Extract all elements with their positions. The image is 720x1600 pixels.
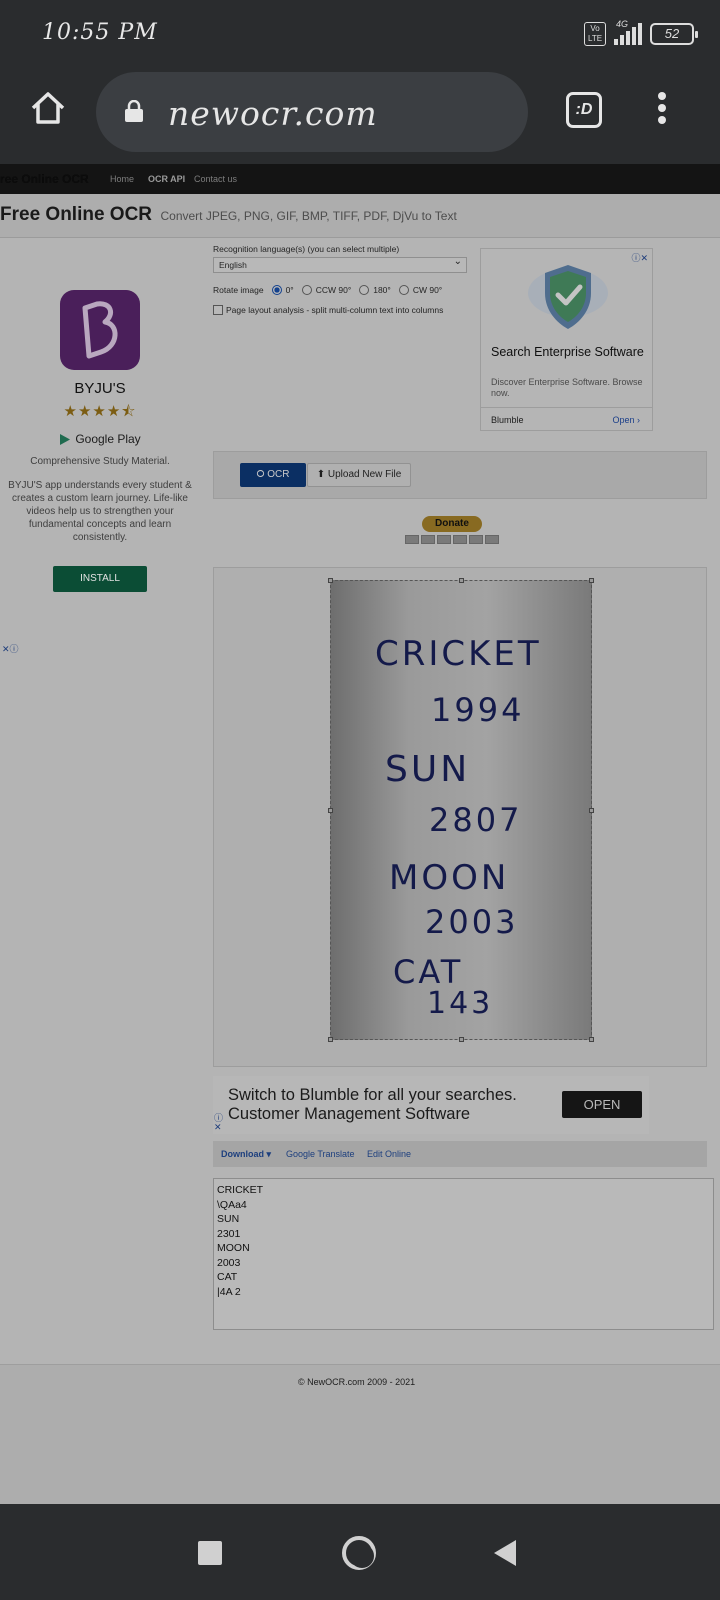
donate-section: Donate	[402, 516, 502, 544]
google-translate-link[interactable]: Google Translate	[286, 1149, 355, 1159]
site-brand[interactable]: ree Online OCR	[0, 172, 89, 186]
action-bar: ⭘ OCR ⬆ Upload New File	[213, 451, 707, 499]
page-subtitle: Convert JPEG, PNG, GIF, BMP, TIFF, PDF, …	[160, 209, 457, 223]
rotate-ccw-radio[interactable]	[301, 285, 312, 295]
ad-close-icon[interactable]: ✕ⓘ	[2, 642, 19, 655]
rotate-label: Rotate image	[213, 285, 264, 295]
output-toolbar: Download ▾ Google Translate Edit Online	[213, 1141, 707, 1167]
crop-handle[interactable]	[459, 1037, 464, 1042]
crop-handle[interactable]	[328, 808, 333, 813]
crop-handle[interactable]	[328, 578, 333, 583]
shield-check-icon	[525, 257, 611, 335]
handwritten-line: SUN	[385, 749, 470, 790]
ad-open-link[interactable]: Open ›	[612, 415, 640, 425]
ad-close-icon[interactable]: ⓘ ✕	[214, 1114, 223, 1132]
site-footer: © NewOCR.com 2009 - 2021	[0, 1364, 720, 1504]
rotate-180-radio[interactable]	[359, 285, 370, 295]
handwritten-line: 143	[427, 986, 493, 1021]
ad-brand: Blumble	[491, 415, 524, 425]
home-icon[interactable]	[28, 88, 68, 128]
crop-handle[interactable]	[459, 578, 464, 583]
browser-toolbar: newocr.com :D	[0, 68, 720, 164]
language-select[interactable]: English	[213, 256, 467, 273]
donate-button[interactable]: Donate	[422, 516, 482, 532]
nav-home-link[interactable]: Home	[110, 174, 134, 184]
image-preview-panel: CRICKET 1994 SUN 2807 MOON 2003 CAT 143	[213, 567, 707, 1067]
edit-online-link[interactable]: Edit Online	[367, 1149, 411, 1159]
uploaded-image[interactable]: CRICKET 1994 SUN 2807 MOON 2003 CAT 143	[328, 578, 594, 1042]
ad-subtitle: Discover Enterprise Software. Browse now…	[491, 377, 643, 398]
lock-icon	[124, 99, 144, 122]
side-ad[interactable]: BYJU'S ★★★★⯪ Google Play Comprehensive S…	[0, 244, 200, 592]
home-circle-icon[interactable]	[342, 1536, 376, 1570]
clock: 10:55 PM	[42, 20, 158, 45]
google-play-icon	[60, 433, 71, 445]
google-play-badge: Google Play	[0, 432, 200, 446]
handwritten-line: 2807	[429, 801, 522, 839]
ad-title: Search Enterprise Software	[491, 345, 644, 359]
android-nav-bar	[0, 1504, 720, 1600]
handwritten-line: 1994	[431, 691, 524, 729]
ad-description: BYJU'S app understands every student & c…	[8, 480, 192, 543]
layout-analysis-option: Page layout analysis - split multi-colum…	[213, 305, 468, 315]
page-title: Free Online OCR	[0, 204, 153, 225]
signal-icon: 4G	[614, 19, 642, 45]
volte-icon: Vo LTE	[584, 22, 606, 46]
download-dropdown[interactable]: Download ▾	[221, 1149, 271, 1160]
blumble-banner-ad[interactable]: Switch to Blumble for all your searches.…	[213, 1076, 649, 1134]
crop-handle[interactable]	[589, 1037, 594, 1042]
ocr-options: Recognition language(s) (you can select …	[213, 244, 468, 315]
rotate-cw-radio[interactable]	[398, 285, 409, 295]
upload-new-file-button[interactable]: ⬆ Upload New File	[307, 463, 411, 487]
crop-handle[interactable]	[589, 578, 594, 583]
handwritten-line: 2003	[425, 903, 518, 941]
layout-analysis-checkbox[interactable]	[213, 305, 223, 315]
status-icons: Vo LTE 4G 52	[584, 19, 698, 46]
recents-icon[interactable]	[198, 1541, 222, 1565]
overflow-menu-icon[interactable]	[655, 92, 669, 128]
handwritten-line: CRICKET	[375, 634, 542, 674]
tab-switcher-button[interactable]: :D	[566, 92, 602, 128]
rating-stars: ★★★★⯪	[63, 403, 137, 420]
nav-contact-link[interactable]: Contact us	[194, 174, 237, 184]
enterprise-software-ad[interactable]: ⓘ✕ Search Enterprise Software Discover E…	[480, 248, 653, 431]
photo-handwriting: CRICKET1994SUN2807MOON2003CAT143	[375, 634, 542, 1021]
ocr-result-textarea[interactable]: CRICKET \QAa4 SUN 2301 MOON 2003 CAT |4A…	[213, 1178, 714, 1330]
ad-info-icon[interactable]: ⓘ✕	[631, 251, 648, 264]
install-button[interactable]: INSTALL	[53, 566, 147, 592]
ad-footer: Blumble Open ›	[481, 407, 652, 431]
crop-handle[interactable]	[328, 1037, 333, 1042]
rotate-options: Rotate image 0° CCW 90° 180° CW 90°	[213, 285, 443, 295]
status-bar: 10:55 PM Vo LTE 4G 52	[0, 0, 720, 68]
copyright-text: © NewOCR.com 2009 - 2021	[298, 1377, 416, 1387]
language-label: Recognition language(s) (you can select …	[213, 244, 400, 254]
byjus-app-icon[interactable]	[60, 290, 140, 370]
banner-ad-text: Switch to Blumble for all your searches.…	[228, 1086, 517, 1123]
address-bar[interactable]: newocr.com	[96, 72, 528, 152]
ad-app-name: BYJU'S	[74, 380, 126, 397]
nav-ocr-api-link[interactable]: OCR API	[148, 174, 185, 184]
back-icon[interactable]	[494, 1540, 516, 1566]
ad-tagline: Comprehensive Study Material.	[30, 456, 170, 467]
web-page: ree Online OCR Home OCR API Contact us F…	[0, 164, 720, 1504]
site-nav: ree Online OCR Home OCR API Contact us	[0, 164, 720, 194]
handwritten-line: MOON	[389, 858, 509, 898]
payment-cards-icon	[402, 535, 502, 544]
battery-icon: 52	[650, 23, 698, 45]
url-text: newocr.com	[168, 94, 378, 133]
rotate-0-radio[interactable]	[271, 285, 282, 295]
page-header: Free Online OCR Convert JPEG, PNG, GIF, …	[0, 194, 720, 238]
ocr-button[interactable]: ⭘ OCR	[240, 463, 306, 487]
banner-open-button[interactable]: OPEN	[562, 1091, 642, 1118]
crop-handle[interactable]	[589, 808, 594, 813]
layout-analysis-label: Page layout analysis - split multi-colum…	[226, 305, 444, 315]
